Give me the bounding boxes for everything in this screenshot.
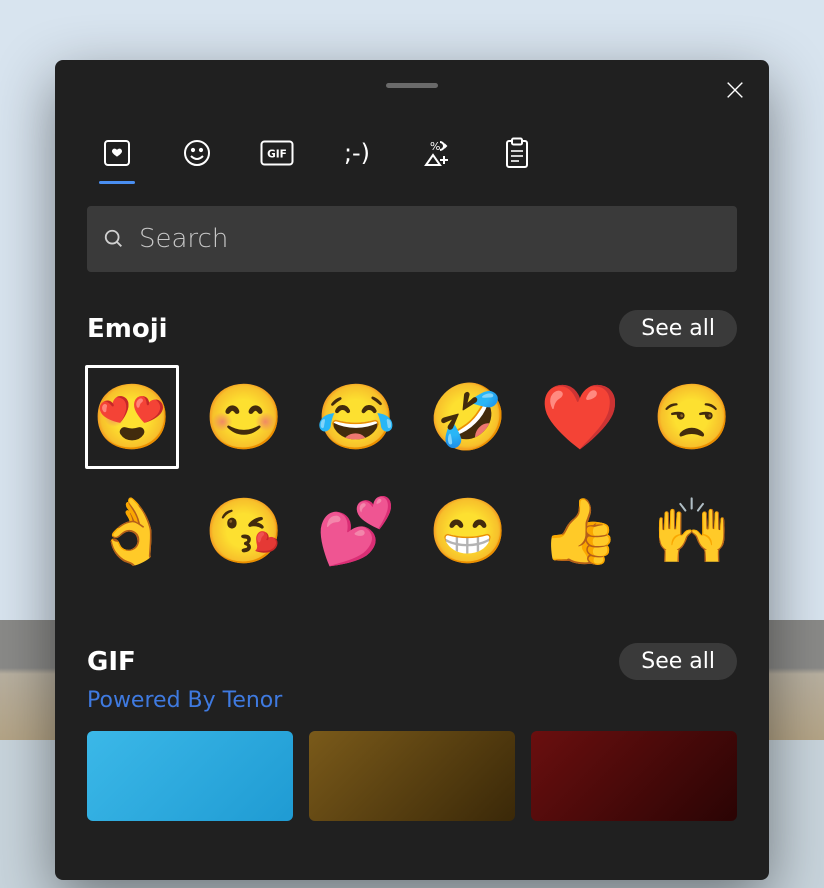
emoji-picker-panel: GIF ;-) % [55, 60, 769, 880]
emoji-section-title: Emoji [87, 314, 168, 344]
tab-clipboard[interactable] [493, 128, 541, 178]
search-field[interactable] [87, 206, 737, 272]
gif-powered-by-link[interactable]: Powered By Tenor [55, 680, 769, 713]
tab-emoji[interactable] [173, 128, 221, 178]
emoji-thumbs-up[interactable]: 👍 [533, 479, 627, 583]
gif-icon: GIF [260, 140, 294, 166]
emoji-see-all-button[interactable]: See all [619, 310, 737, 347]
kaomoji-icon: ;-) [344, 139, 370, 167]
gif-section-title: GIF [87, 647, 136, 677]
emoji-red-heart[interactable]: ❤️ [533, 365, 627, 469]
emoji-section-header: Emoji See all [55, 272, 769, 347]
search-icon [103, 228, 125, 250]
gif-thumbnail[interactable] [87, 731, 293, 821]
emoji-ok-hand[interactable]: 👌 [85, 479, 179, 583]
close-button[interactable] [715, 70, 755, 110]
emoji-face-blowing-a-kiss[interactable]: 😘 [197, 479, 291, 583]
close-icon [724, 79, 746, 101]
tab-recents[interactable] [93, 128, 141, 178]
gif-thumbnail-row [55, 713, 769, 821]
emoji-beaming-face-with-smiling-eyes[interactable]: 😁 [421, 479, 515, 583]
gif-thumbnail[interactable] [531, 731, 737, 821]
emoji-smiling-face-with-smiling-eyes[interactable]: 😊 [197, 365, 291, 469]
gif-see-all-button[interactable]: See all [619, 643, 737, 680]
drag-grip-icon[interactable] [386, 83, 438, 88]
heart-square-icon [102, 138, 132, 168]
category-tabs: GIF ;-) % [55, 110, 769, 178]
symbols-icon: % [422, 138, 452, 168]
tab-symbols[interactable]: % [413, 128, 461, 178]
emoji-grid: 😍😊😂🤣❤️😒 👌😘💕😁👍🙌 [55, 347, 769, 583]
emoji-unamused-face[interactable]: 😒 [645, 365, 739, 469]
tab-gif[interactable]: GIF [253, 128, 301, 178]
svg-text:%: % [430, 140, 440, 153]
svg-text:GIF: GIF [267, 149, 287, 161]
tab-kaomoji[interactable]: ;-) [333, 128, 381, 178]
gif-thumbnail[interactable] [309, 731, 515, 821]
emoji-rolling-on-the-floor-laughing[interactable]: 🤣 [421, 365, 515, 469]
grip-row [55, 60, 769, 110]
gif-section-header: GIF See all [55, 583, 769, 680]
emoji-face-with-tears-of-joy[interactable]: 😂 [309, 365, 403, 469]
emoji-raising-hands[interactable]: 🙌 [645, 479, 739, 583]
clipboard-icon [504, 137, 530, 169]
emoji-two-hearts[interactable]: 💕 [309, 479, 403, 583]
smiley-icon [182, 138, 212, 168]
emoji-smiling-face-with-heart-eyes[interactable]: 😍 [85, 365, 179, 469]
search-input[interactable] [139, 224, 721, 254]
